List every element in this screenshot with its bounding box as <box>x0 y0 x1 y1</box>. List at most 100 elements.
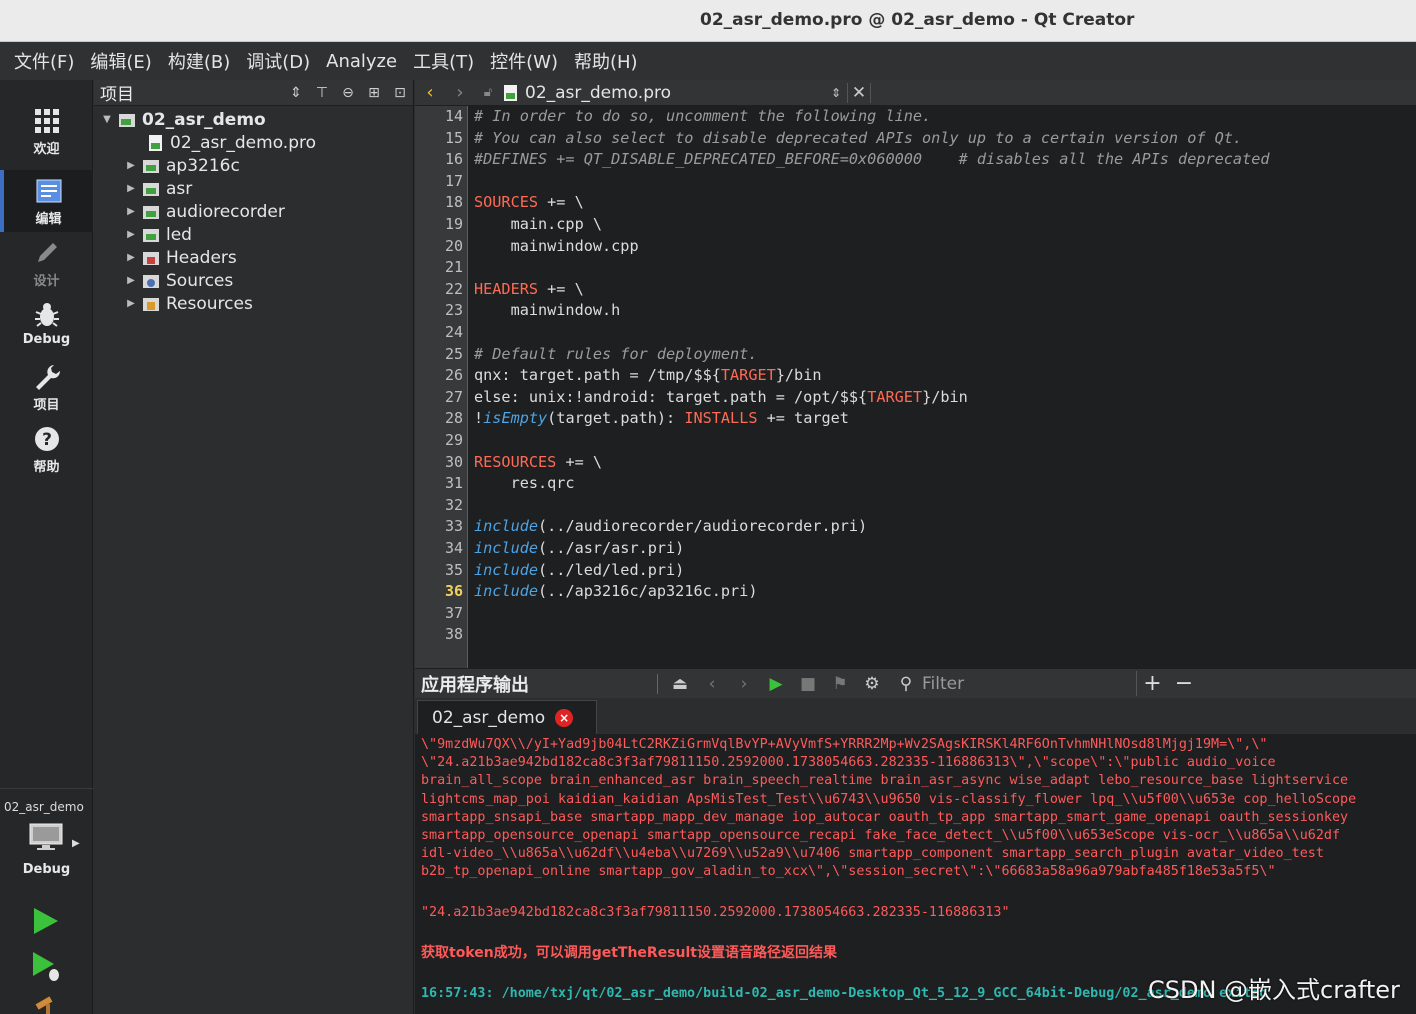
menu-file[interactable]: 文件(F) <box>6 48 82 74</box>
target-selector-arrow-icon[interactable]: ▶ <box>72 838 80 849</box>
collapse-arrow-icon[interactable]: ▶ <box>124 252 138 263</box>
mode-debug[interactable]: Debug <box>0 294 93 356</box>
close-panel-icon[interactable]: ⊡ <box>387 82 413 104</box>
code-line[interactable]: include(../ap3216c/ap3216c.pri) <box>474 581 757 603</box>
resources-folder-icon <box>143 297 159 311</box>
code-token: # In order to do so, uncomment the follo… <box>474 107 932 125</box>
menu-build[interactable]: 构建(B) <box>160 48 238 74</box>
mode-edit[interactable]: 编辑 <box>0 170 93 232</box>
qt-folder-icon <box>143 205 159 219</box>
menu-debug[interactable]: 调试(D) <box>238 48 318 74</box>
link-icon[interactable]: ⊖ <box>335 82 361 104</box>
code-token: # Default rules for deployment. <box>474 344 758 363</box>
output-filter[interactable]: ⚲ Filter <box>896 674 1136 694</box>
tree-item-audiorecorder[interactable]: ▶ audiorecorder <box>124 200 285 223</box>
stop-icon[interactable]: ■ <box>792 674 824 694</box>
tree-item-asr[interactable]: ▶ asr <box>124 177 192 200</box>
settings-gear-icon[interactable]: ⚙ <box>856 674 888 694</box>
code-line[interactable]: HEADERS += \ <box>474 279 584 301</box>
tree-item-headers[interactable]: ▶ Headers <box>124 246 237 269</box>
collapse-arrow-icon[interactable]: ▶ <box>124 206 138 217</box>
code-line[interactable]: #DEFINES += QT_DISABLE_DEPRECATED_BEFORE… <box>474 149 1270 171</box>
mode-design[interactable]: 设计 <box>0 232 93 294</box>
code-line[interactable]: # Default rules for deployment. <box>474 344 757 366</box>
code-line[interactable]: include(../audiorecorder/audiorecorder.p… <box>474 516 867 538</box>
tree-item-led[interactable]: ▶ led <box>124 223 192 246</box>
build-hammer-icon[interactable] <box>32 994 60 1014</box>
tree-item-label: Sources <box>166 270 234 291</box>
code-line[interactable]: RESOURCES += \ <box>474 452 602 474</box>
collapse-arrow-icon[interactable]: ▶ <box>124 298 138 309</box>
code-token: include <box>474 560 539 579</box>
prev-item-icon[interactable]: ‹ <box>696 674 728 694</box>
tree-item-resources[interactable]: ▶ Resources <box>124 292 253 315</box>
tree-item-sources[interactable]: ▶ Sources <box>124 269 233 292</box>
code-line[interactable]: res.qrc <box>474 473 575 495</box>
mode-projects[interactable]: 项目 <box>0 356 93 418</box>
menu-tools[interactable]: 工具(T) <box>405 48 482 74</box>
rerun-icon[interactable]: ▶ <box>760 674 792 694</box>
project-panel-title: 项目 <box>100 85 134 105</box>
tree-item-ap3216c[interactable]: ▶ ap3216c <box>124 154 240 177</box>
zoom-in-icon[interactable]: + <box>1136 671 1168 696</box>
code-line[interactable]: SOURCES += \ <box>474 192 584 214</box>
menu-widgets[interactable]: 控件(W) <box>482 48 566 74</box>
debug-attach-icon[interactable]: ⚑ <box>824 674 856 694</box>
menu-analyze[interactable]: Analyze <box>318 51 405 72</box>
monitor-icon[interactable] <box>28 822 64 852</box>
code-line[interactable]: else: unix:!android: target.path = /opt/… <box>474 387 968 409</box>
view-selector-arrows-icon[interactable]: ⇕ <box>283 82 309 104</box>
code-line[interactable]: include(../led/led.pri) <box>474 560 684 582</box>
code-line[interactable]: mainwindow.cpp <box>474 236 639 258</box>
code-line[interactable]: !isEmpty(target.path): INSTALLS += targe… <box>474 408 849 430</box>
edit-document-icon <box>36 179 61 203</box>
bug-icon <box>34 303 59 327</box>
menu-edit[interactable]: 编辑(E) <box>82 48 159 74</box>
open-document-selector[interactable]: 02_asr_demo.pro <box>525 83 825 103</box>
tree-item-pro-file[interactable]: 02_asr_demo.pro <box>128 131 316 154</box>
code-editor[interactable]: 14 15 16 17 18 19 20 21 22 23 24 25 26 27 28 29 30 31 32 33… <box>415 106 1416 668</box>
tree-item-root[interactable]: ▼ 02_asr_demo <box>100 108 266 131</box>
mode-debug-label: Debug <box>22 332 71 347</box>
mode-welcome[interactable]: 欢迎 <box>0 100 93 162</box>
mode-help-label: 帮助 <box>33 460 60 475</box>
code-line[interactable]: mainwindow.h <box>474 300 621 322</box>
mode-design-label: 设计 <box>33 274 60 289</box>
svg-text:?: ? <box>42 430 52 450</box>
code-line[interactable]: include(../asr/asr.pri) <box>474 538 684 560</box>
project-panel-toolbar: 项目 ⇕ ⊤ ⊖ ⊞ ⊡ <box>94 80 413 106</box>
code-line[interactable]: # In order to do so, uncomment the follo… <box>474 106 931 128</box>
close-document-icon[interactable]: ✕ <box>847 82 871 103</box>
search-icon: ⚲ <box>899 673 913 694</box>
filter-icon[interactable]: ⊤ <box>309 82 335 104</box>
code-token: (../audiorecorder/audiorecorder.pri) <box>538 517 868 536</box>
line-number: 21 <box>444 258 463 277</box>
close-tab-icon[interactable]: × <box>555 708 574 727</box>
output-line: smartapp_snsapi_base smartapp_mapp_dev_m… <box>421 809 1349 825</box>
mode-help[interactable]: ? 帮助 <box>0 418 93 480</box>
menu-help[interactable]: 帮助(H) <box>566 48 646 74</box>
next-item-icon[interactable]: › <box>728 674 760 694</box>
code-line[interactable]: qnx: target.path = /tmp/$${TARGET}/bin <box>474 365 821 387</box>
go-forward-icon[interactable]: › <box>445 82 475 103</box>
code-line[interactable]: main.cpp \ <box>474 214 602 236</box>
collapse-arrow-icon[interactable]: ▶ <box>124 183 138 194</box>
expand-arrow-icon[interactable]: ▼ <box>100 114 114 125</box>
collapse-arrow-icon[interactable]: ▶ <box>124 229 138 240</box>
code-text-area[interactable]: # In order to do so, uncomment the follo… <box>467 106 1416 668</box>
go-back-icon[interactable]: ‹ <box>415 82 445 103</box>
output-tab[interactable]: 02_asr_demo × <box>417 700 597 734</box>
split-icon[interactable]: ⊞ <box>361 82 387 104</box>
run-icon[interactable] <box>30 906 60 936</box>
line-number: 27 <box>444 387 463 406</box>
collapse-arrow-icon[interactable]: ▶ <box>124 275 138 286</box>
zoom-out-icon[interactable]: − <box>1168 671 1200 696</box>
line-number: 34 <box>444 539 463 557</box>
code-line[interactable]: # You can also select to disable depreca… <box>474 128 1242 150</box>
code-token: SOURCES <box>474 193 539 212</box>
document-list-arrows-icon[interactable]: ⇕ <box>825 86 847 100</box>
code-token: += \ <box>538 193 584 212</box>
collapse-arrow-icon[interactable]: ▶ <box>124 160 138 171</box>
attach-icon[interactable]: ⏏ <box>664 674 696 694</box>
debug-run-icon[interactable] <box>30 950 62 982</box>
